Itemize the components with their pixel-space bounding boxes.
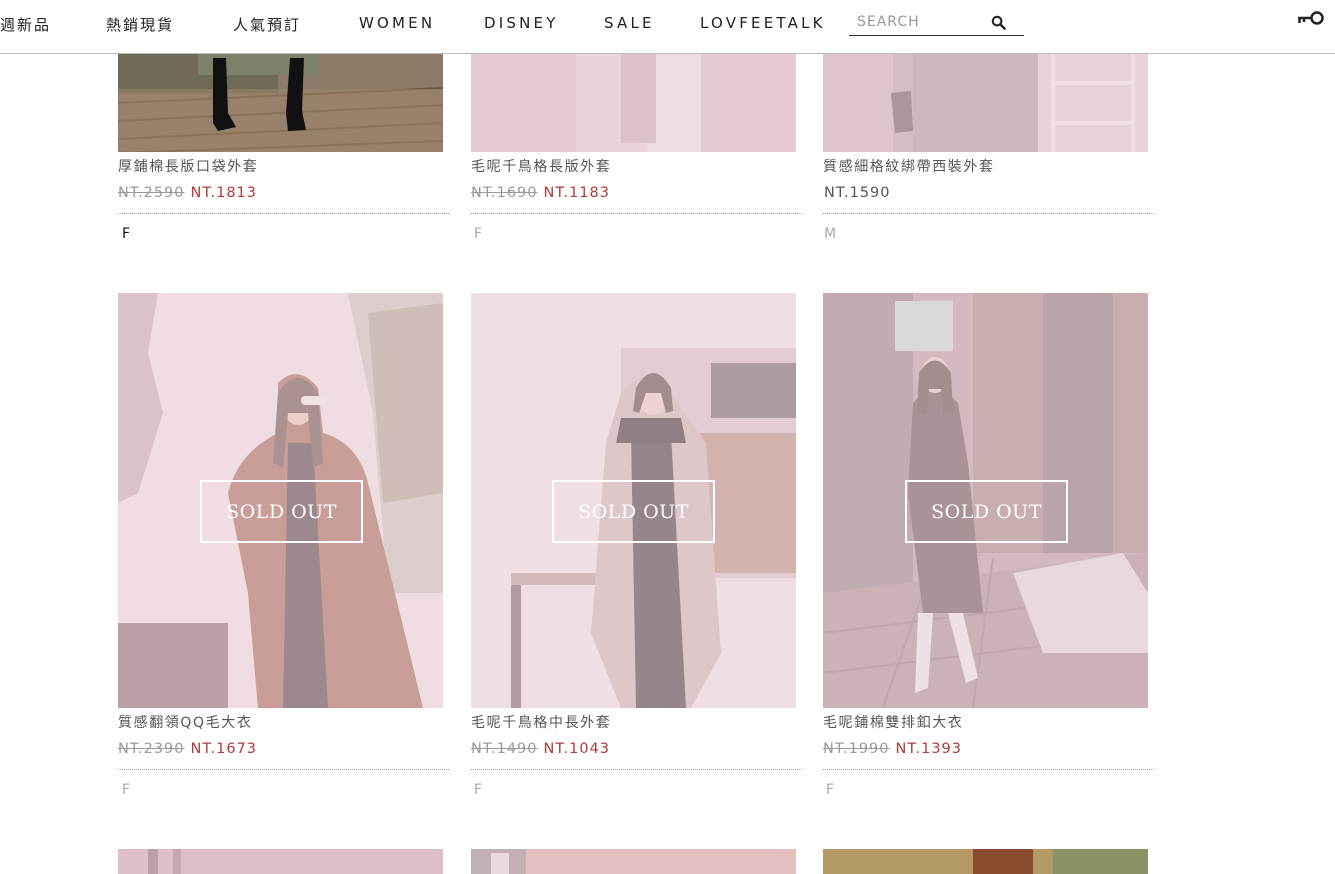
- original-price: NT.2590: [118, 185, 185, 201]
- sold-out-badge: SOLD OUT: [200, 480, 363, 543]
- nav-item-women[interactable]: WOMEN: [359, 14, 435, 32]
- sale-price: NT.1183: [543, 185, 610, 201]
- search-icon[interactable]: [991, 15, 1006, 30]
- size-option[interactable]: F: [122, 782, 130, 798]
- image-overlay: [823, 53, 1148, 152]
- sold-out-badge: SOLD OUT: [905, 480, 1068, 543]
- size-option[interactable]: M: [824, 226, 836, 242]
- nav-item-preorder[interactable]: 人氣預訂: [233, 14, 301, 35]
- divider: [471, 213, 802, 214]
- product-name[interactable]: 質感細格紋綁帶西裝外套: [823, 156, 995, 176]
- product-price: NT.1690 NT.1183: [471, 185, 610, 201]
- nav-item-new-arrivals[interactable]: 週新品: [0, 14, 51, 35]
- original-price: NT.1990: [823, 741, 890, 757]
- original-price: NT.2390: [118, 741, 185, 757]
- product-price: NT.1990 NT.1393: [823, 741, 962, 757]
- divider: [118, 769, 449, 770]
- nav-item-lovfeetalk[interactable]: LOVFEETALK: [700, 14, 826, 32]
- product-image[interactable]: SOLD OUT: [118, 293, 443, 708]
- nav-item-sale[interactable]: SALE: [604, 14, 655, 32]
- size-option[interactable]: F: [474, 782, 482, 798]
- product-image[interactable]: [823, 849, 1148, 874]
- product-name[interactable]: 毛呢千鳥格長版外套: [471, 156, 611, 176]
- divider: [471, 769, 802, 770]
- search-input[interactable]: [857, 12, 987, 32]
- divider: [118, 213, 449, 214]
- product-name[interactable]: 質感翻領QQ毛大衣: [118, 712, 252, 732]
- product-image[interactable]: [471, 849, 796, 874]
- sale-price: NT.1043: [543, 741, 610, 757]
- size-option[interactable]: F: [122, 226, 130, 242]
- image-overlay: [471, 53, 796, 152]
- product-price: NT.2590 NT.1813: [118, 185, 257, 201]
- sale-price: NT.1673: [190, 741, 257, 757]
- product-image[interactable]: [823, 53, 1148, 152]
- product-name[interactable]: 毛呢鋪棉雙排釦大衣: [823, 712, 963, 732]
- size-option[interactable]: F: [474, 226, 482, 242]
- nav-item-hot-in-stock[interactable]: 熱銷現貨: [106, 14, 174, 35]
- size-option[interactable]: F: [826, 782, 834, 798]
- product-photo: [823, 849, 1148, 874]
- image-overlay: [118, 849, 443, 874]
- product-name[interactable]: 厚鋪棉長版口袋外套: [118, 156, 258, 176]
- product-image[interactable]: [118, 53, 443, 152]
- key-icon[interactable]: [1296, 8, 1326, 28]
- product-price: NT.2390 NT.1673: [118, 741, 257, 757]
- product-price: NT.1490 NT.1043: [471, 741, 610, 757]
- image-overlay: [471, 849, 796, 874]
- product-image[interactable]: [118, 849, 443, 874]
- divider: [823, 769, 1154, 770]
- product-price: NT.1590: [824, 185, 891, 201]
- product-image[interactable]: [471, 53, 796, 152]
- regular-price: NT.1590: [824, 185, 891, 201]
- product-image[interactable]: SOLD OUT: [823, 293, 1148, 708]
- product-image[interactable]: SOLD OUT: [471, 293, 796, 708]
- sale-price: NT.1393: [895, 741, 962, 757]
- product-photo: [118, 53, 443, 152]
- sold-out-badge: SOLD OUT: [552, 480, 715, 543]
- nav-item-disney[interactable]: DISNEY: [484, 14, 559, 32]
- search-box: [849, 10, 1024, 36]
- sale-price: NT.1813: [190, 185, 257, 201]
- original-price: NT.1490: [471, 741, 538, 757]
- divider: [823, 213, 1154, 214]
- top-navigation: 週新品 熱銷現貨 人氣預訂 WOMEN DISNEY SALE LOVFEETA…: [0, 0, 1335, 54]
- original-price: NT.1690: [471, 185, 538, 201]
- product-name[interactable]: 毛呢千鳥格中長外套: [471, 712, 611, 732]
